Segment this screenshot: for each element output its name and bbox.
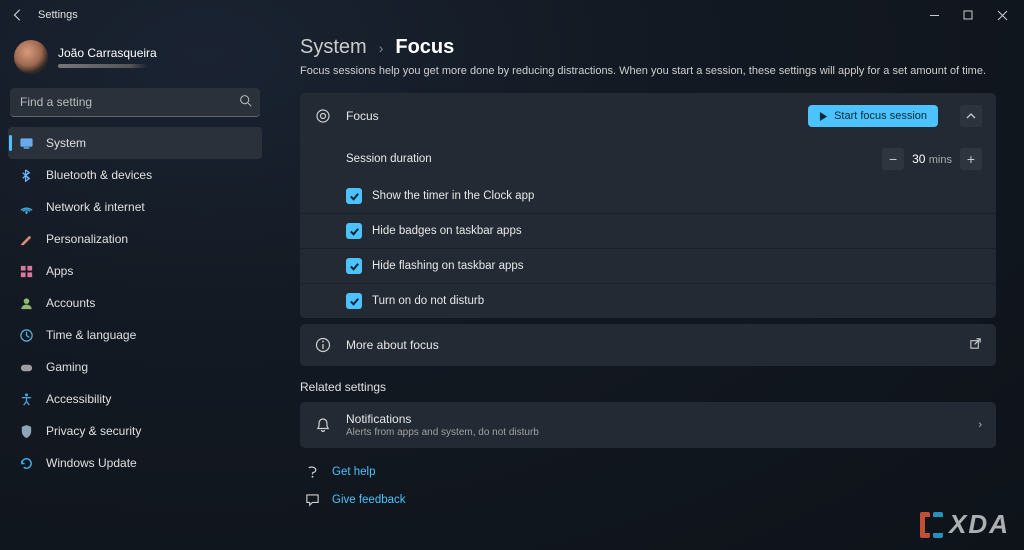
sidebar-item-personalization[interactable]: Personalization [8, 223, 262, 255]
focus-option-row[interactable]: Turn on do not disturb [300, 283, 996, 318]
window-title: Settings [38, 9, 78, 21]
decrease-button[interactable]: − [882, 148, 904, 170]
focus-option-label: Turn on do not disturb [372, 295, 484, 307]
personalization-icon [18, 231, 34, 247]
profile-name: João Carrasqueira [58, 46, 157, 60]
close-icon[interactable] [994, 7, 1010, 23]
sidebar-item-bluetooth-devices[interactable]: Bluetooth & devices [8, 159, 262, 191]
give-feedback-link[interactable]: Give feedback [300, 490, 996, 510]
chevron-right-icon: › [379, 40, 384, 56]
nav: System Bluetooth & devices Network & inter… [8, 127, 262, 479]
sidebar-item-gaming[interactable]: Gaming [8, 351, 262, 383]
notifications-title: Notifications [346, 412, 539, 426]
chevron-right-icon: › [978, 419, 982, 431]
collapse-button[interactable] [960, 105, 982, 127]
checkbox-icon[interactable] [346, 293, 362, 309]
focus-card: Focus Start focus session Session durati… [300, 93, 996, 318]
minimize-icon[interactable] [926, 7, 942, 23]
profile-email-redacted [58, 64, 148, 68]
sidebar-item-accounts[interactable]: Accounts [8, 287, 262, 319]
notifications-card[interactable]: Notifications Alerts from apps and syste… [300, 402, 996, 448]
sidebar-item-label: Privacy & security [46, 424, 141, 438]
notifications-subtitle: Alerts from apps and system, do not dist… [346, 427, 539, 438]
sidebar-item-label: Accounts [46, 296, 95, 310]
avatar [14, 40, 48, 74]
session-duration-row: Session duration − 30 mins + [300, 139, 996, 179]
sidebar-item-label: Network & internet [46, 200, 145, 214]
bell-icon [314, 416, 332, 434]
xda-watermark: XDA [920, 509, 1010, 540]
footer-links: Get help Give feedback [300, 462, 996, 510]
duration-value: 30 mins [912, 152, 952, 166]
sidebar-item-network-internet[interactable]: Network & internet [8, 191, 262, 223]
external-link-icon [969, 337, 982, 353]
sidebar-item-privacy-security[interactable]: Privacy & security [8, 415, 262, 447]
system-icon [18, 135, 34, 151]
more-about-focus[interactable]: More about focus [300, 324, 996, 366]
checkbox-icon[interactable] [346, 258, 362, 274]
sidebar-item-accessibility[interactable]: Accessibility [8, 383, 262, 415]
titlebar: Settings [0, 0, 1024, 30]
maximize-icon[interactable] [960, 7, 976, 23]
focus-option-label: Show the timer in the Clock app [372, 190, 534, 202]
sidebar-item-label: Bluetooth & devices [46, 168, 152, 182]
sidebar-item-label: System [46, 136, 86, 150]
focus-option-row[interactable]: Hide flashing on taskbar apps [300, 248, 996, 283]
sidebar-item-system[interactable]: System [8, 127, 262, 159]
related-settings-heading: Related settings [300, 380, 996, 394]
profile[interactable]: João Carrasqueira [8, 36, 262, 84]
focus-option-row[interactable]: Show the timer in the Clock app [300, 179, 996, 213]
sidebar-item-time-language[interactable]: Time & language [8, 319, 262, 351]
feedback-icon [304, 492, 320, 508]
sidebar-item-windows-update[interactable]: Windows Update [8, 447, 262, 479]
play-icon [819, 112, 828, 121]
main-content: System › Focus Focus sessions help you g… [270, 30, 1024, 550]
intro-text: Focus sessions help you get more done by… [300, 65, 996, 77]
focus-option-label: Hide flashing on taskbar apps [372, 260, 524, 272]
sidebar-item-apps[interactable]: Apps [8, 255, 262, 287]
sidebar-item-label: Personalization [46, 232, 128, 246]
search-icon [239, 94, 252, 110]
sidebar-item-label: Windows Update [46, 456, 137, 470]
privacy-icon [18, 423, 34, 439]
accessibility-icon [18, 391, 34, 407]
apps-icon [18, 263, 34, 279]
focus-card-body: Session duration − 30 mins + Show the ti… [300, 139, 996, 318]
help-icon [304, 464, 320, 480]
get-help-link[interactable]: Get help [300, 462, 996, 482]
checkbox-icon[interactable] [346, 223, 362, 239]
search-input-wrapper[interactable] [10, 88, 260, 117]
start-focus-button[interactable]: Start focus session [808, 105, 938, 127]
sidebar-item-label: Apps [46, 264, 73, 278]
update-icon [18, 455, 34, 471]
focus-card-header[interactable]: Focus Start focus session [300, 93, 996, 139]
bluetooth-icon [18, 167, 34, 183]
breadcrumb-parent[interactable]: System [300, 36, 367, 59]
time-language-icon [18, 327, 34, 343]
sidebar: João Carrasqueira System Bluetooth & devi… [0, 30, 270, 550]
search-input[interactable] [10, 88, 260, 116]
accounts-icon [18, 295, 34, 311]
page-title: Focus [395, 36, 454, 59]
duration-stepper: − 30 mins + [882, 148, 982, 170]
window-controls [926, 7, 1018, 23]
gaming-icon [18, 359, 34, 375]
back-button[interactable] [6, 3, 30, 27]
more-about-focus-label: More about focus [346, 338, 955, 352]
focus-option-label: Hide badges on taskbar apps [372, 225, 522, 237]
session-duration-label: Session duration [346, 153, 872, 165]
focus-label: Focus [346, 109, 794, 123]
checkbox-icon[interactable] [346, 188, 362, 204]
network-icon [18, 199, 34, 215]
info-icon [314, 336, 332, 354]
sidebar-item-label: Time & language [46, 328, 136, 342]
sidebar-item-label: Accessibility [46, 392, 111, 406]
breadcrumb: System › Focus [300, 36, 996, 59]
sidebar-item-label: Gaming [46, 360, 88, 374]
focus-icon [314, 107, 332, 125]
focus-option-row[interactable]: Hide badges on taskbar apps [300, 213, 996, 248]
increase-button[interactable]: + [960, 148, 982, 170]
